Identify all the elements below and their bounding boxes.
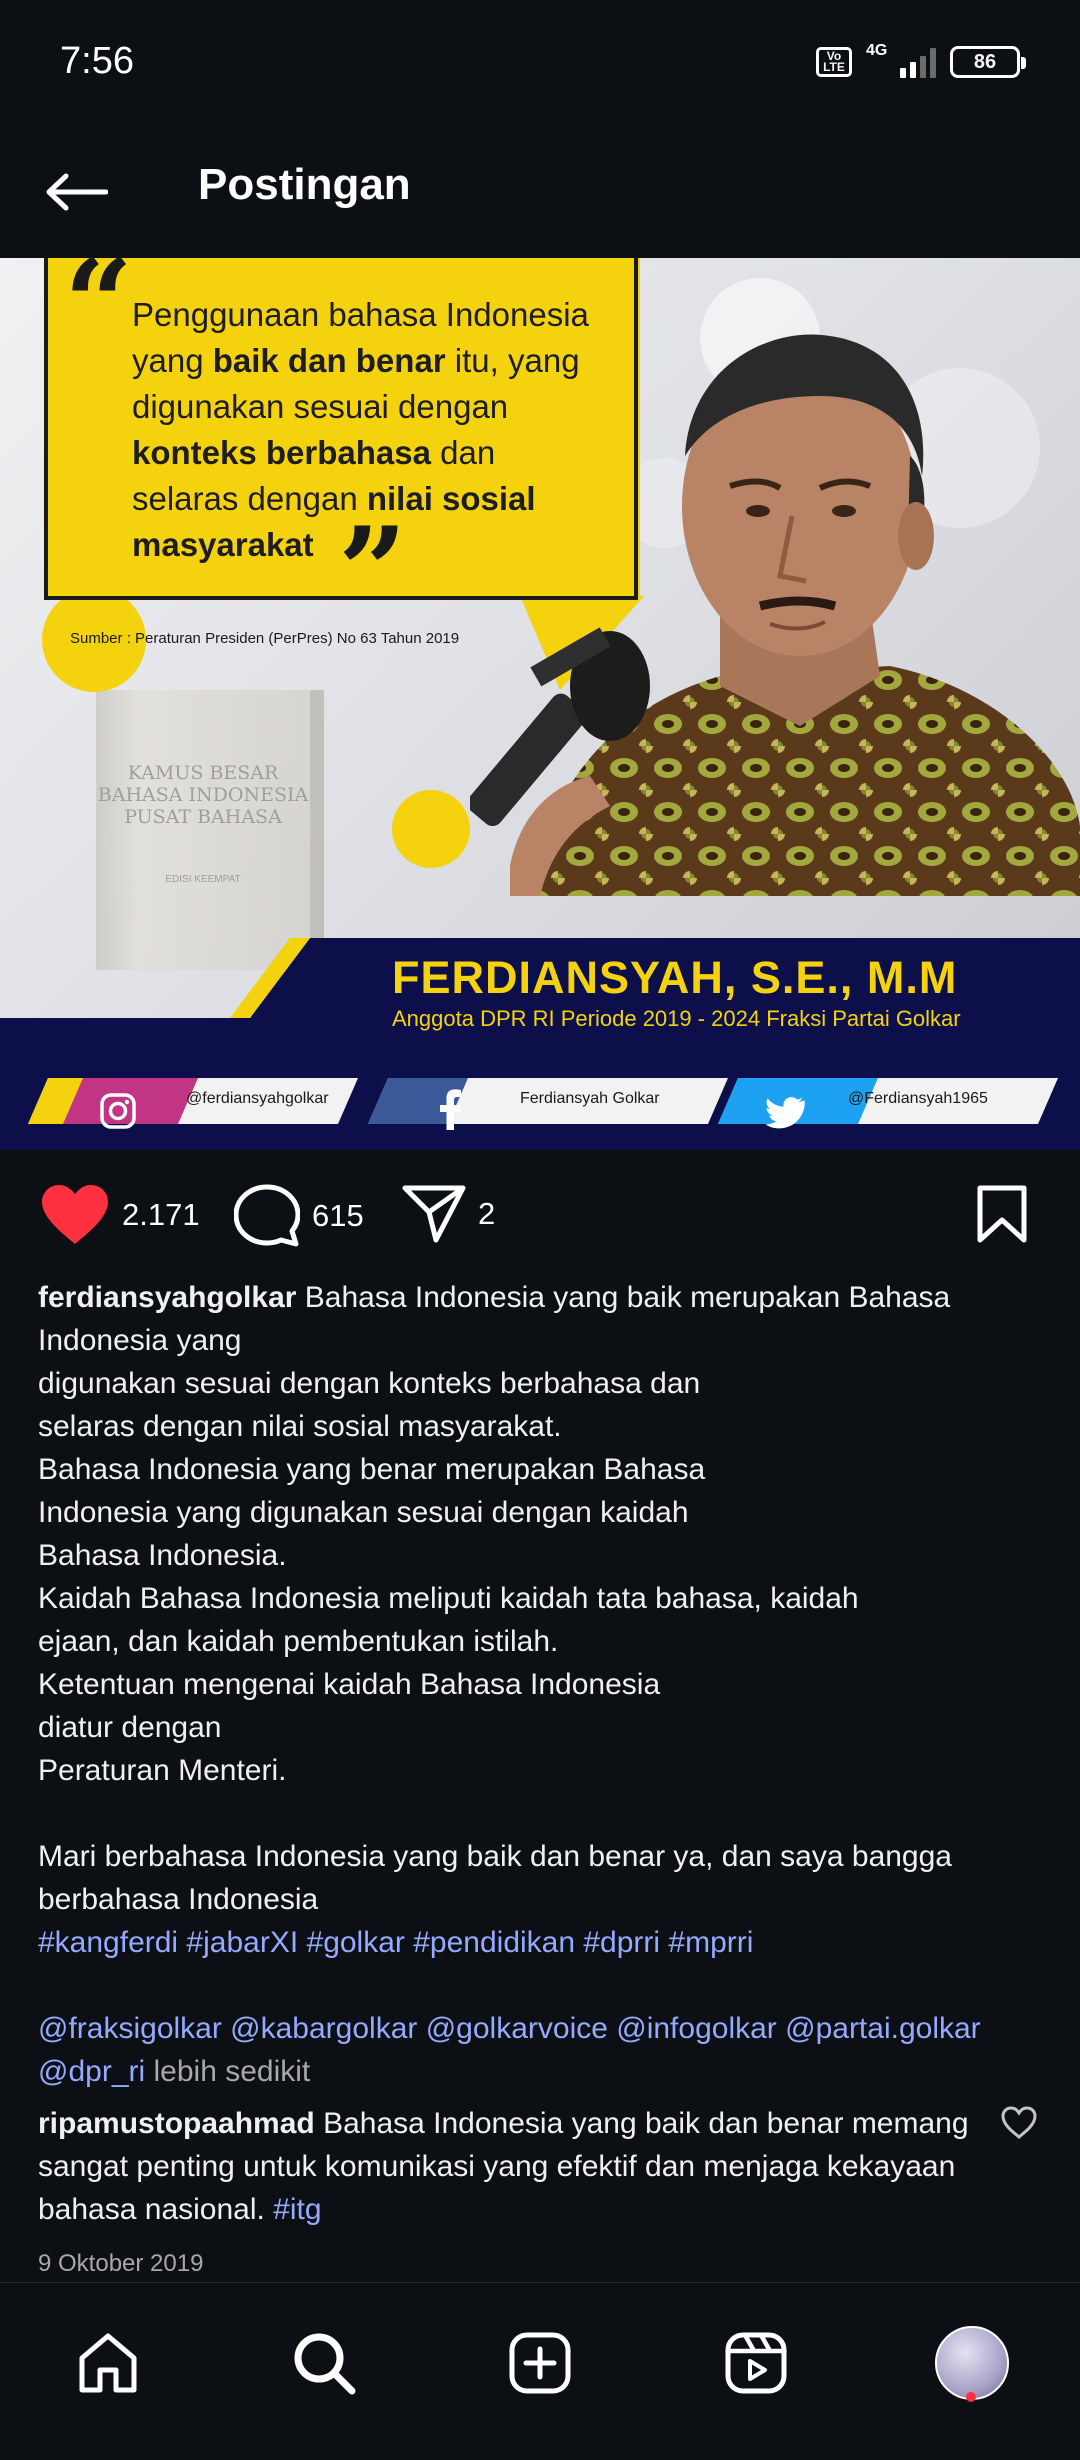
heart-icon (42, 1185, 108, 1244)
signal-icon: 4G (866, 42, 936, 78)
quote-open-mark: “ (64, 258, 134, 374)
book-subtitle: EDISI KEEMPAT (165, 874, 241, 885)
notification-dot (966, 2392, 976, 2402)
post-caption: ferdiansyahgolkar Bahasa Indonesia yang … (38, 1276, 1038, 2093)
caption-hashtags[interactable]: #kangferdi #jabarXI #golkar #pendidikan … (38, 1921, 1038, 1964)
volte-icon: Vo LTE (816, 47, 852, 77)
reels-icon (725, 2332, 787, 2394)
status-time: 7:56 (60, 40, 134, 82)
nav-home[interactable] (68, 2323, 148, 2403)
bookmark-icon (977, 1185, 1027, 1243)
caption-line: Bahasa Indonesia yang benar merupakan Ba… (38, 1453, 706, 1486)
caption-line: Peraturan Menteri. (38, 1754, 287, 1787)
nav-profile[interactable] (932, 2323, 1012, 2403)
share-count: 2 (478, 1196, 496, 1231)
nav-reels[interactable] (716, 2323, 796, 2403)
comment-button[interactable]: 615 (234, 1184, 364, 1248)
quote-close-mark: ” (338, 501, 408, 642)
person-role: Anggota DPR RI Periode 2019 - 2024 Fraks… (392, 1006, 961, 1031)
like-button[interactable]: 2.171 (40, 1184, 200, 1246)
home-icon (79, 2333, 137, 2393)
nav-create[interactable] (500, 2323, 580, 2403)
show-less-link[interactable]: lebih sedikit (154, 2055, 311, 2088)
instagram-handle: @ferdiansyahgolkar (186, 1090, 329, 1107)
decorative-circle (392, 790, 470, 868)
battery-level: 86 (973, 50, 997, 73)
caption-line: digunakan sesuai dengan konteks berbahas… (38, 1367, 701, 1400)
dictionary-book-image: KAMUS BESAR BAHASA INDONESIA PUSAT BAHAS… (96, 690, 310, 970)
bottom-navigation (0, 2282, 1080, 2460)
top-app-bar: Postingan (0, 130, 1080, 256)
social-links-bar: @ferdiansyahgolkar Ferdiansyah Golkar @F… (28, 1074, 1058, 1132)
caption-line: diatur dengan (38, 1711, 222, 1744)
caption-line: Ketentuan mengenai kaidah Bahasa Indones… (38, 1668, 661, 1701)
twitter-icon (766, 1097, 805, 1129)
twitter-handle: @Ferdiansyah1965 (848, 1090, 988, 1107)
search-icon (294, 2333, 356, 2395)
post-date: 9 Oktober 2019 (38, 2250, 204, 2277)
caption-line: Indonesia yang digunakan sesuai dengan k… (38, 1496, 689, 1529)
comment-preview: ripamustopaahmad Bahasa Indonesia yang b… (38, 2102, 978, 2231)
caption-paragraph: Mari berbahasa Indonesia yang baik dan b… (38, 1840, 952, 1916)
caption-username[interactable]: ferdiansyahgolkar (38, 1281, 296, 1314)
caption-mentions[interactable]: @fraksigolkar @kabargolkar @golkarvoice … (38, 2007, 1038, 2050)
book-title: KAMUS BESAR BAHASA INDONESIA PUSAT BAHAS… (97, 762, 309, 828)
person-name: FERDIANSYAH, S.E., M.M (392, 952, 958, 1003)
like-count: 2.171 (122, 1197, 200, 1232)
caption-line: ferdiansyahgolkar Bahasa Indonesia yang … (38, 1281, 951, 1357)
instagram-icon (100, 1093, 136, 1129)
profile-avatar (935, 2326, 1009, 2400)
comment-like-heart-icon[interactable] (1000, 2104, 1038, 2142)
page-title: Postingan (198, 160, 411, 209)
post-image[interactable]: KAMUS BESAR BAHASA INDONESIA PUSAT BAHAS… (0, 258, 1080, 1150)
create-icon (509, 2332, 571, 2394)
caption-line: Kaidah Bahasa Indonesia meliputi kaidah … (38, 1582, 859, 1615)
comment-hashtag[interactable]: #itg (273, 2193, 321, 2226)
comment-username[interactable]: ripamustopaahmad (38, 2107, 315, 2140)
person-photo (470, 334, 1080, 896)
comment-bubble-icon (234, 1184, 300, 1247)
post-actions: 2.171 615 2 (0, 1170, 1080, 1260)
battery-icon: 86 (950, 46, 1026, 78)
network-type: 4G (866, 42, 888, 59)
facebook-name: Ferdiansyah Golkar (520, 1090, 660, 1107)
save-button[interactable] (976, 1184, 1028, 1244)
arrow-left-icon (46, 173, 108, 211)
status-bar: 7:56 Vo LTE 4G 86 (0, 0, 1080, 130)
caption-line: ejaan, dan kaidah pembentukan istilah. (38, 1625, 559, 1658)
caption-mention[interactable]: @dpr_ri (38, 2055, 145, 2088)
facebook-icon (440, 1089, 461, 1130)
paper-plane-icon (402, 1185, 466, 1243)
status-icons: Vo LTE 4G 86 (816, 42, 1026, 78)
nav-search[interactable] (284, 2323, 364, 2403)
quote-source: Sumber : Peraturan Presiden (PerPres) No… (70, 630, 460, 647)
comment-count: 615 (312, 1198, 364, 1233)
caption-line: selaras dengan nilai sosial masyarakat. (38, 1410, 562, 1443)
caption-line: Bahasa Indonesia. (38, 1539, 287, 1572)
share-button[interactable]: 2 (402, 1184, 495, 1244)
back-button[interactable] (36, 152, 116, 232)
